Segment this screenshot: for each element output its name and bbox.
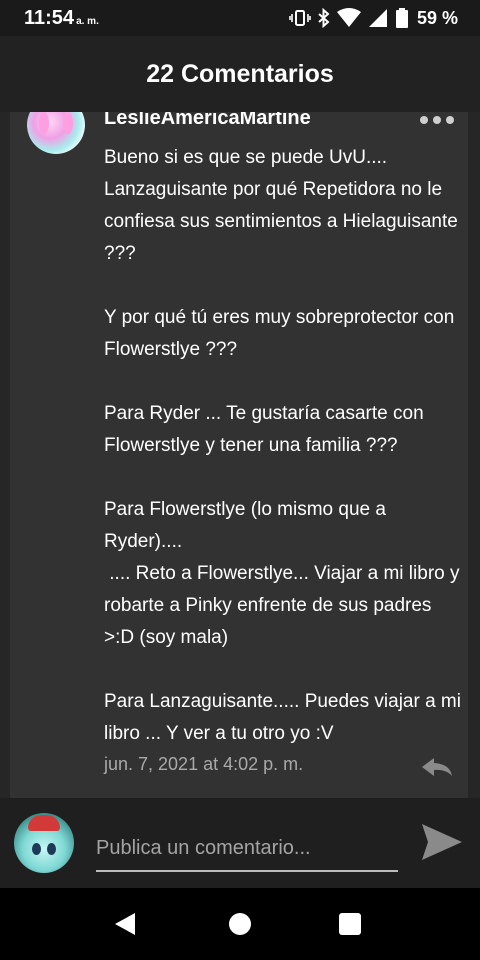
status-ampm: a. m. [76,15,99,27]
comment-paragraph: Para Lanzaguisante..... Puedes viajar a … [104,691,461,744]
comment-author[interactable]: LeslieAmericaMartine [104,112,311,130]
comment-body: Bueno si es que se puede UvU.... Lanzagu… [104,142,464,750]
vibrate-icon [289,10,311,26]
battery-icon [395,8,408,28]
avatar-hat [28,815,60,831]
current-user-avatar[interactable] [14,813,74,873]
comment-paragraph: Para Ryder ... Te gustaría casarte con F… [104,403,424,456]
comment-input[interactable] [96,826,398,872]
comment-timestamp: jun. 7, 2021 at 4:02 p. m. [104,754,304,774]
status-icons: 59 % [289,8,458,29]
status-time: 11:54 [24,6,75,29]
comment-card: LeslieAmericaMartine Bueno si es que se … [10,112,468,798]
battery-percent: 59 % [416,7,458,28]
more-horizontal-icon[interactable] [420,114,456,126]
avatar-eye [47,843,56,855]
avatar-eye [32,843,41,855]
reply-icon[interactable] [420,756,454,778]
wifi-icon [336,8,361,27]
comment-paragraph: Para Flowerstlye (lo mismo que a Ryder).… [104,499,386,552]
bluetooth-icon [318,8,330,28]
page-title: 22 Comentarios [146,59,334,88]
system-nav-bar [0,888,480,960]
comment-composer [0,798,480,888]
comment-paragraph: Bueno si es que se puede UvU.... Lanzagu… [104,147,458,264]
author-avatar[interactable] [27,112,85,154]
avatar-ear [39,112,49,134]
back-triangle-icon[interactable] [114,912,136,936]
home-circle-icon[interactable] [229,913,251,935]
signal-icon [368,9,387,27]
comment-thread[interactable]: LeslieAmericaMartine Bueno si es que se … [0,112,480,798]
status-bar: 11:54 a. m. 59 % [0,0,480,36]
comment-paragraph: .... Reto a Flowerstlye... Viajar a mi l… [104,563,465,648]
avatar-ear [63,112,73,134]
comment-paragraph: Y por qué tú eres muy sobreprotector con… [104,307,455,360]
recents-square-icon[interactable] [339,913,361,935]
send-icon[interactable] [420,822,464,862]
status-clock: 11:54 a. m. [24,7,99,30]
page-header: 22 Comentarios [0,36,480,112]
